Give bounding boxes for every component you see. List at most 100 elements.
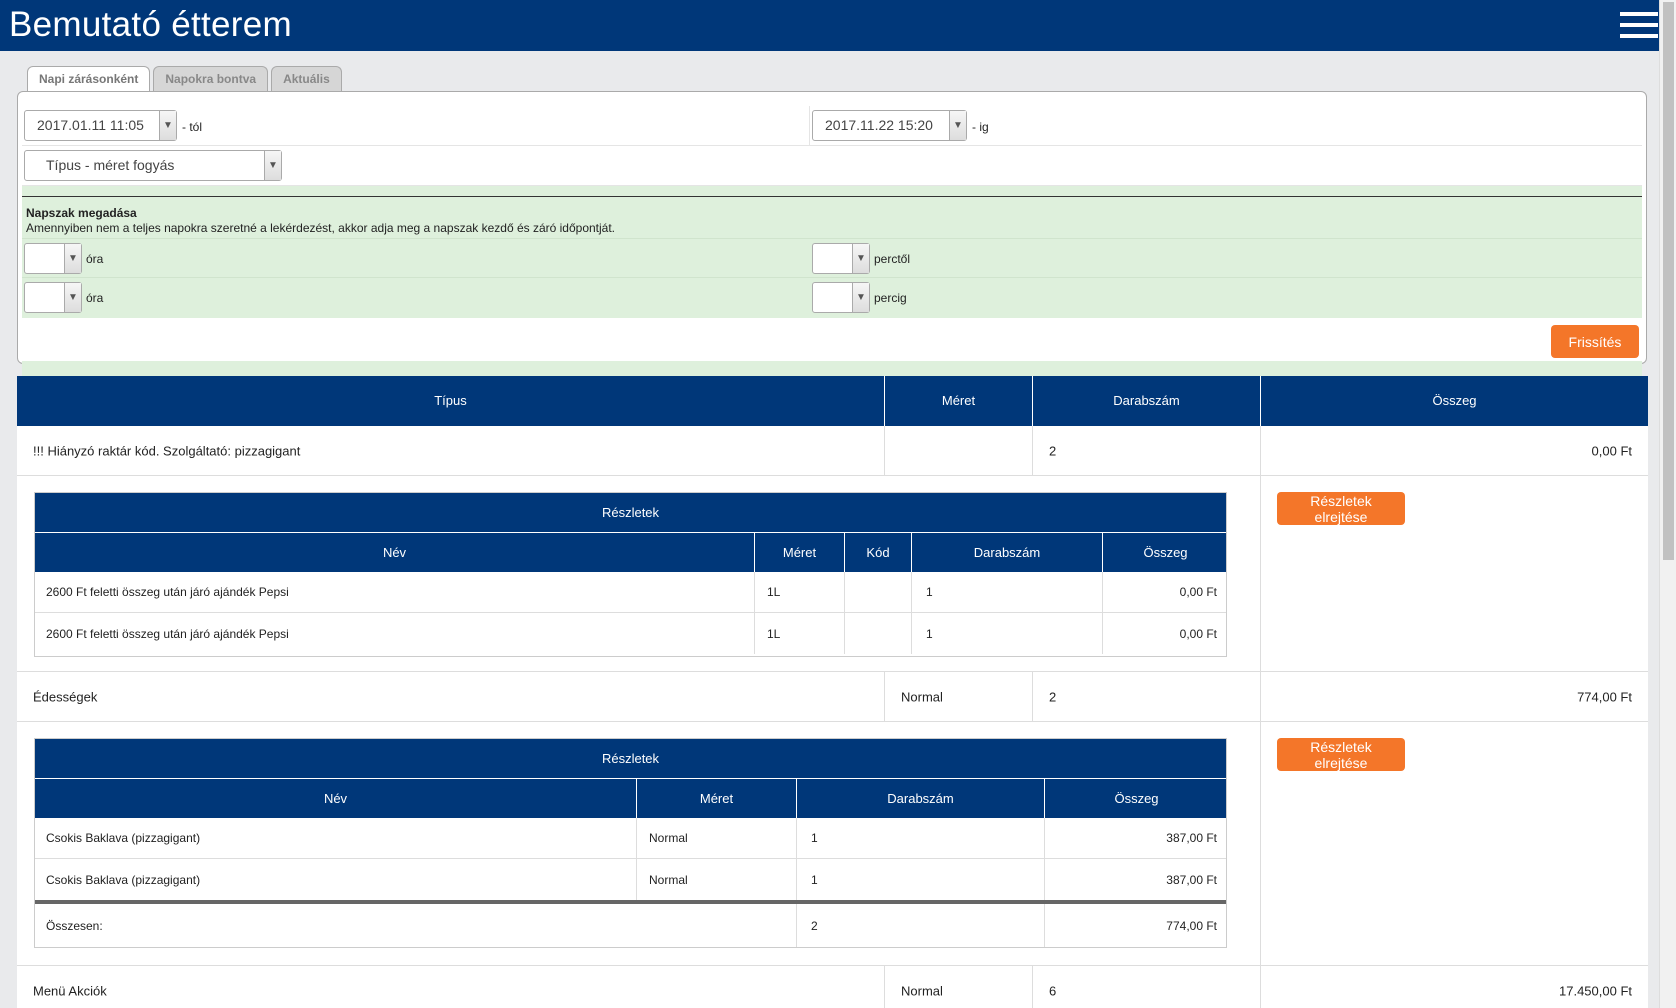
napszak-description: Amennyiben nem a teljes napokra szeretné… [26, 221, 616, 235]
details-row: Részletek Név Méret Darabszám Összeg Cso… [17, 722, 1648, 966]
details-table: Részletek Név Méret Kód Darabszám Összeg… [34, 492, 1227, 657]
to-date-select[interactable]: 2017.11.22 15:20 ▼ [812, 110, 967, 141]
col-osszeg: Összeg [1432, 393, 1477, 408]
row-sum: 17.450,00 Ft [1559, 983, 1632, 999]
item-size: Normal [649, 831, 688, 845]
row-sum: 774,00 Ft [1577, 689, 1632, 704]
results-header: Típus Méret Darabszám Összeg [17, 376, 1648, 426]
details-table: Részletek Név Méret Darabszám Összeg Cso… [34, 738, 1227, 948]
row-size: Normal [901, 689, 943, 704]
row-size: Normal [901, 983, 943, 999]
end-hour-select[interactable]: ▼ [24, 282, 82, 313]
chevron-down-icon: ▼ [64, 283, 81, 312]
report-type-value: Típus - méret fogyás [46, 157, 175, 173]
hide-details-button[interactable]: Részletek elrejtése [1277, 492, 1405, 525]
dcol-meret: Méret [755, 533, 845, 572]
item-sum: 0,00 Ft [1179, 585, 1217, 599]
tab-aktualis[interactable]: Aktuális [271, 66, 342, 92]
hamburger-icon[interactable] [1620, 12, 1658, 39]
chevron-down-icon: ▼ [159, 111, 176, 140]
napszak-title: Napszak megadása [26, 206, 137, 220]
total-count: 2 [811, 918, 818, 933]
filter-panel: 2017.01.11 11:05 ▼ - tól 2017.11.22 15:2… [17, 91, 1647, 411]
app-title: Bemutató étterem [9, 5, 292, 44]
details-title: Részletek [35, 493, 1226, 533]
table-row[interactable]: Édességek Normal 2 774,00 Ft [17, 672, 1648, 722]
table-row[interactable]: !!! Hiányzó raktár kód. Szolgáltató: piz… [17, 426, 1648, 476]
details-title: Részletek [35, 739, 1226, 779]
row-count: 6 [1049, 983, 1057, 999]
details-row-item: Csokis Baklava (pizzagigant) Normal 1 38… [35, 818, 1226, 859]
end-minute-label: percig [874, 291, 907, 305]
dcol-darabszam: Darabszám [912, 533, 1103, 572]
chevron-down-icon: ▼ [852, 283, 869, 312]
item-name: 2600 Ft feletti összeg után járó ajándék… [46, 585, 289, 599]
row-count: 2 [1049, 443, 1057, 458]
refresh-button[interactable]: Frissítés [1551, 325, 1639, 358]
details-header: Név Méret Darabszám Összeg [35, 779, 1226, 818]
row-type: !!! Hiányzó raktár kód. Szolgáltató: piz… [33, 443, 301, 458]
hide-details-button[interactable]: Részletek elrejtése [1277, 738, 1405, 771]
to-suffix: - ig [972, 120, 989, 134]
start-hour-label: óra [86, 252, 104, 266]
item-size: 1L [767, 626, 781, 641]
total-label: Összesen: [46, 918, 103, 933]
from-date-select[interactable]: 2017.01.11 11:05 ▼ [24, 110, 177, 141]
page-scrollbar[interactable] [1659, 0, 1676, 1008]
item-size: Normal [649, 872, 688, 887]
tab-napokra-bontva[interactable]: Napokra bontva [153, 66, 269, 92]
item-name: Csokis Baklava (pizzagigant) [46, 831, 201, 845]
col-darabszam: Darabszám [1033, 376, 1261, 426]
report-tabs: Napi zárásonként Napokra bontva Aktuális [27, 66, 345, 93]
item-sum: 387,00 Ft [1166, 872, 1217, 887]
dcol-nev: Név [35, 779, 637, 818]
table-row[interactable]: Menü Akciók Normal 6 17.450,00 Ft [17, 966, 1648, 1008]
col-tipus: Típus [17, 376, 885, 426]
dcol-kod: Kód [845, 533, 912, 572]
dcol-osszeg: Összeg [1114, 791, 1159, 806]
end-hour-label: óra [86, 291, 104, 305]
app-header: Bemutató étterem [0, 0, 1659, 51]
start-minute-select[interactable]: ▼ [812, 243, 870, 274]
napszak-divider [22, 196, 1642, 197]
details-row-item: Csokis Baklava (pizzagigant) Normal 1 38… [35, 859, 1226, 900]
row-type: Menü Akciók [33, 983, 107, 999]
action-row: Frissítés [22, 318, 1642, 361]
item-size: 1L [767, 585, 781, 599]
row-count: 2 [1049, 689, 1057, 704]
item-count: 1 [926, 626, 933, 641]
item-count: 1 [811, 831, 818, 845]
total-sum: 774,00 Ft [1166, 918, 1217, 933]
item-sum: 0,00 Ft [1179, 626, 1217, 641]
from-suffix: - tól [182, 120, 203, 134]
date-range-row: 2017.01.11 11:05 ▼ - tól 2017.11.22 15:2… [22, 106, 1642, 146]
chevron-down-icon: ▼ [64, 244, 81, 273]
tab-napi-zarasonkent[interactable]: Napi zárásonként [27, 66, 151, 93]
end-minute-select[interactable]: ▼ [812, 282, 870, 313]
details-row: Részletek Név Méret Kód Darabszám Összeg… [17, 476, 1648, 672]
details-total-row: Összesen: 2 774,00 Ft [35, 904, 1226, 947]
dcol-darabszam: Darabszám [797, 779, 1045, 818]
item-count: 1 [926, 585, 933, 599]
start-time-row: ▼ óra ▼ perctől [22, 238, 1642, 278]
dcol-nev: Név [35, 533, 755, 572]
row-sum: 0,00 Ft [1591, 443, 1632, 458]
dcol-meret: Méret [637, 779, 797, 818]
details-header: Név Méret Kód Darabszám Összeg [35, 533, 1226, 572]
results-table: Típus Méret Darabszám Összeg !!! Hiányzó… [17, 376, 1648, 1008]
chevron-down-icon: ▼ [264, 151, 281, 180]
report-type-select[interactable]: Típus - méret fogyás ▼ [24, 150, 282, 181]
item-count: 1 [811, 872, 818, 887]
start-hour-select[interactable]: ▼ [24, 243, 82, 274]
details-row-item: 2600 Ft feletti összeg után járó ajándék… [35, 613, 1226, 654]
end-time-row: ▼ óra ▼ percig [22, 278, 1642, 318]
col-meret: Méret [885, 376, 1033, 426]
start-minute-label: perctől [874, 252, 911, 266]
chevron-down-icon: ▼ [949, 111, 966, 140]
report-type-row: Típus - méret fogyás ▼ [22, 146, 1642, 186]
chevron-down-icon: ▼ [852, 244, 869, 273]
item-sum: 387,00 Ft [1166, 831, 1217, 845]
item-name: Csokis Baklava (pizzagigant) [46, 872, 201, 887]
scrollbar-thumb[interactable] [1663, 2, 1674, 560]
dcol-osszeg: Összeg [1143, 545, 1188, 560]
